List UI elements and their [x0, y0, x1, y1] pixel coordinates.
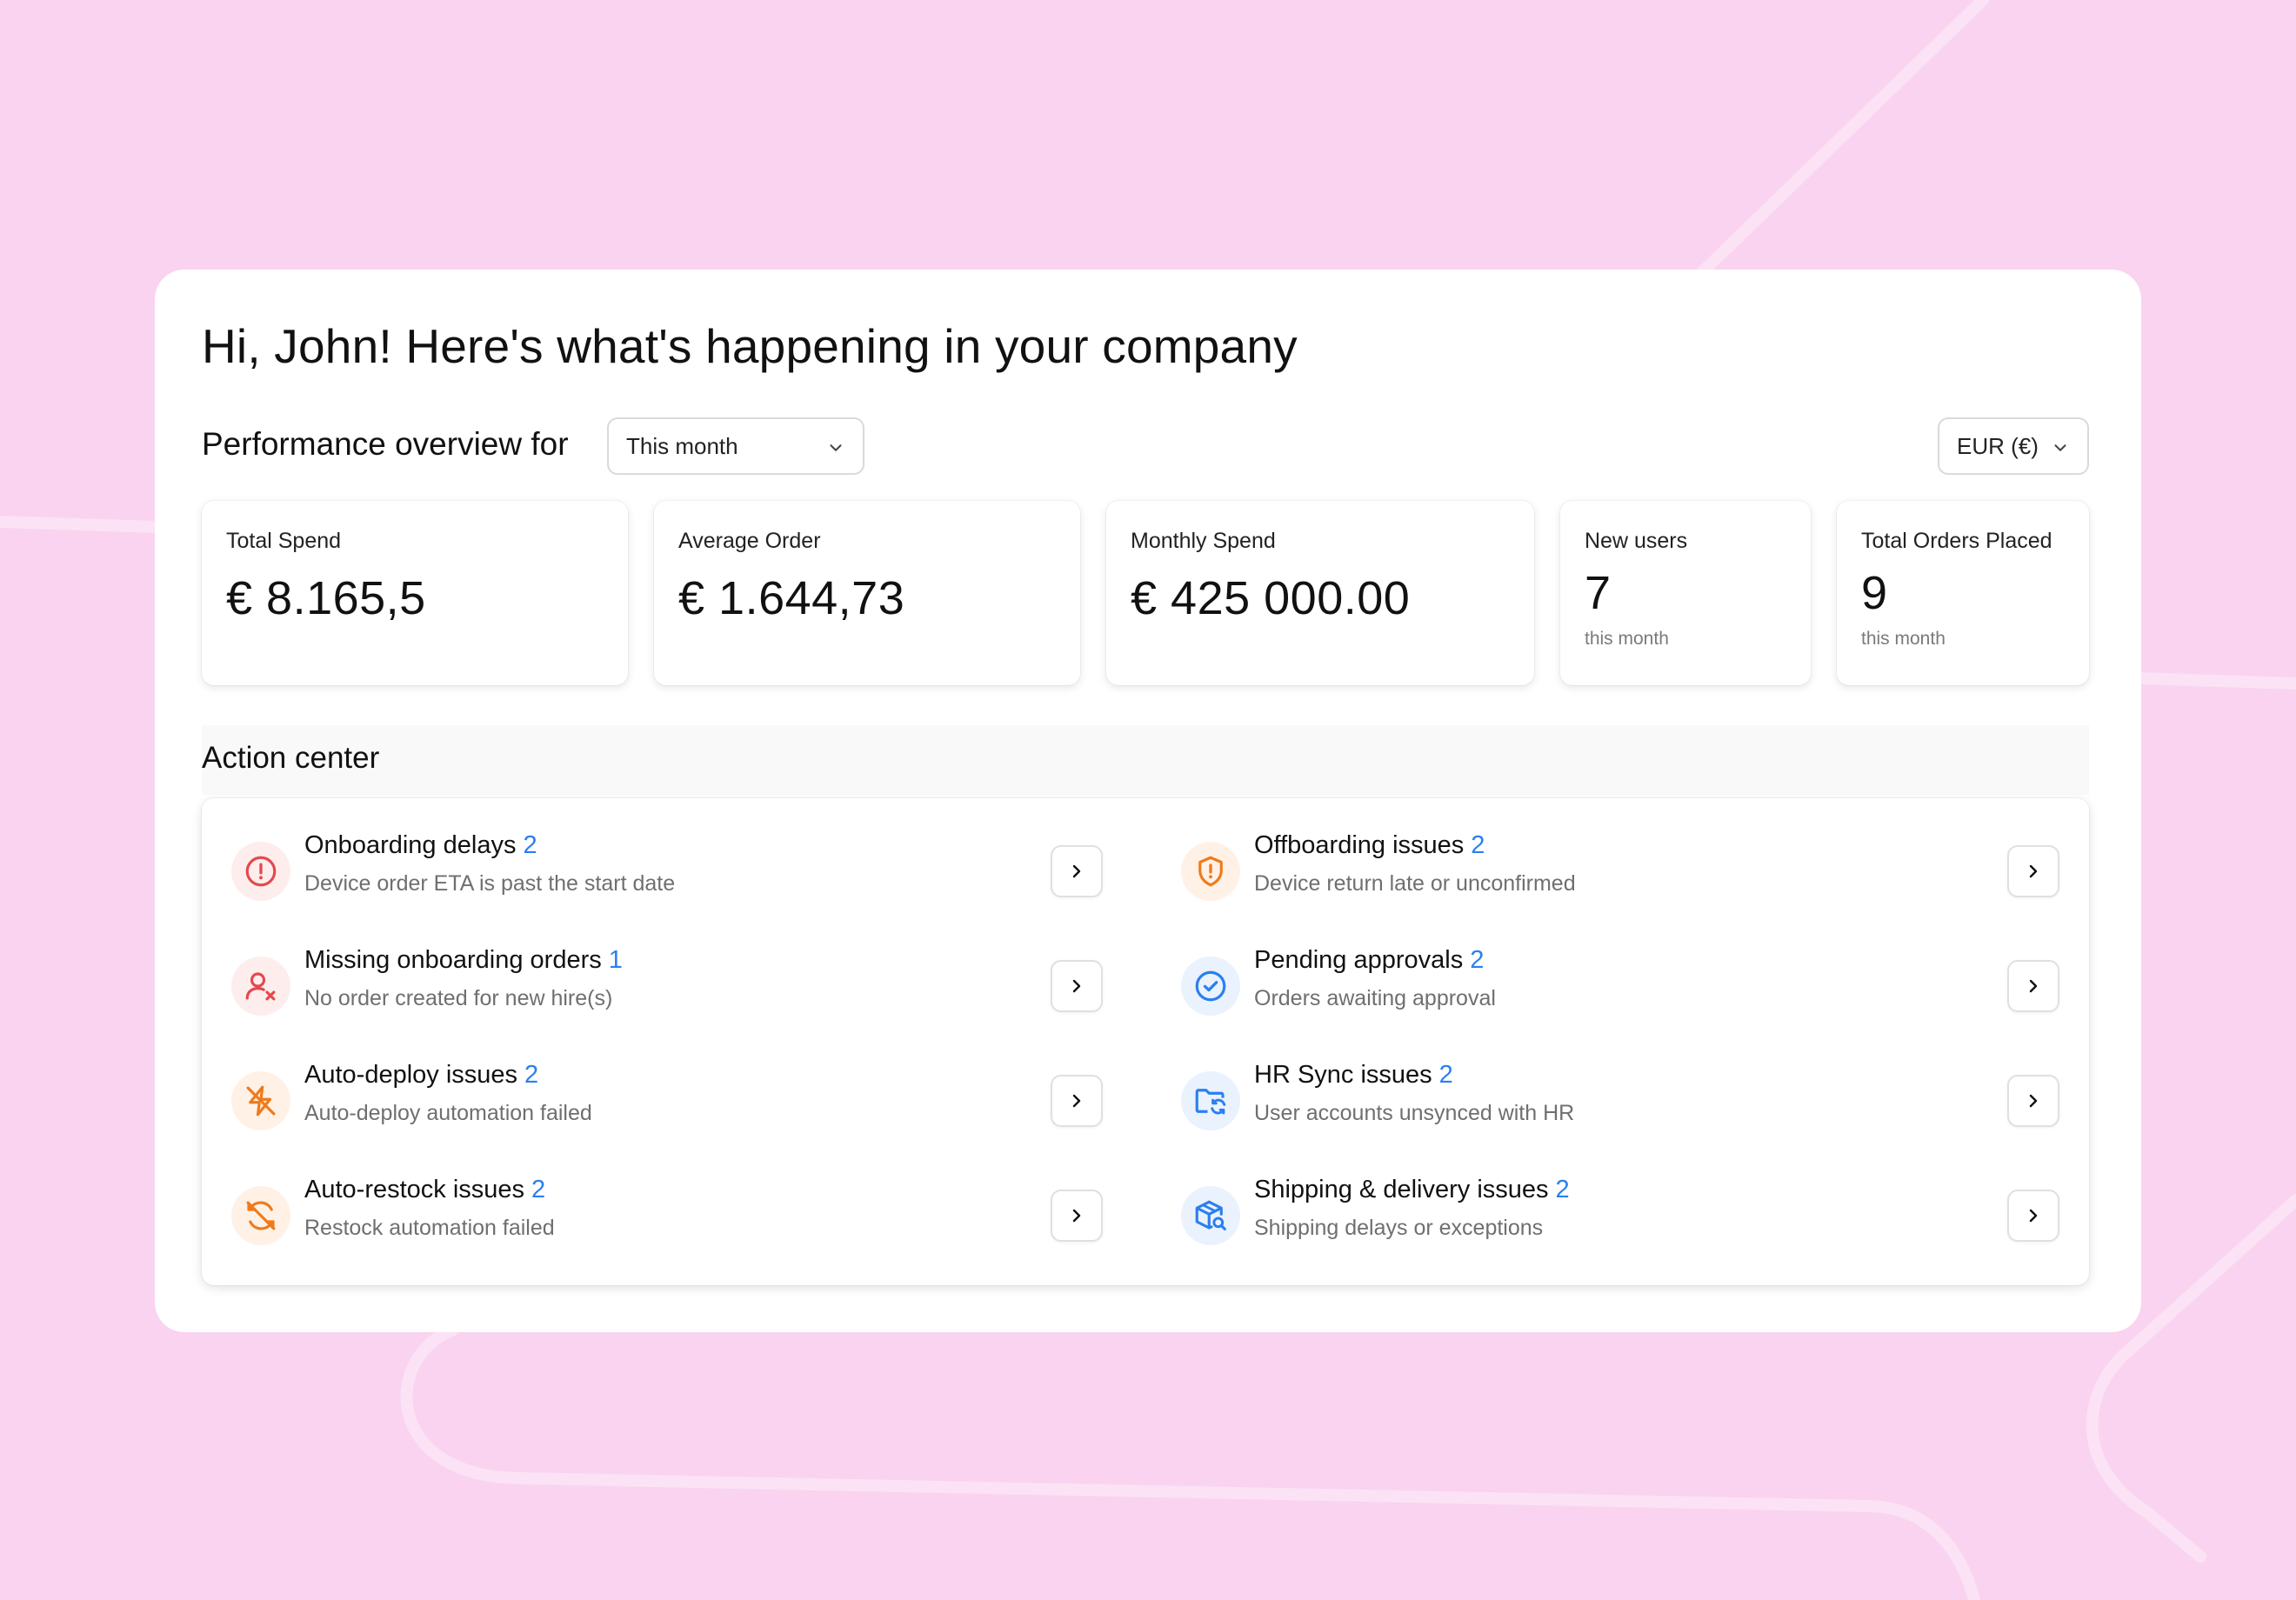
action-item-missing-onboarding-orders: Missing onboarding orders 1 No order crea…	[231, 946, 1103, 1024]
action-item-title: Offboarding issues 2	[1254, 831, 1485, 859]
performance-label: Performance overview for	[202, 426, 569, 462]
zap-off-icon	[231, 1071, 290, 1130]
user-x-icon	[231, 957, 290, 1016]
currency-select[interactable]: EUR (€)	[1938, 417, 2089, 475]
page-title: Hi, John! Here's what's happening in you…	[202, 319, 1298, 373]
action-item-count: 2	[1470, 946, 1485, 974]
action-center-header: Action center	[202, 725, 2089, 795]
action-item-title: Onboarding delays 2	[304, 831, 537, 859]
action-center-panel: Onboarding delays 2 Device order ETA is p…	[202, 798, 2089, 1285]
chevron-right-icon	[1072, 1094, 1081, 1108]
stat-card-total-spend: Total Spend € 8.165,5	[202, 501, 628, 685]
action-item-onboarding-delays: Onboarding delays 2 Device order ETA is p…	[231, 831, 1103, 910]
action-item-count: 2	[1438, 1061, 1453, 1089]
chevron-right-icon	[2029, 979, 2038, 993]
alert-circle-icon	[231, 842, 290, 901]
action-item-title: Pending approvals 2	[1254, 946, 1485, 974]
open-auto-deploy-issues-button[interactable]	[1051, 1075, 1103, 1127]
stat-card-monthly-spend: Monthly Spend € 425 000.00	[1106, 501, 1534, 685]
action-item-subtitle: User accounts unsynced with HR	[1254, 1101, 1575, 1125]
chevron-down-icon	[830, 444, 842, 451]
action-item-subtitle: Restock automation failed	[304, 1216, 555, 1240]
action-item-subtitle: Shipping delays or exceptions	[1254, 1216, 1544, 1240]
stat-value: € 425 000.00	[1131, 572, 1411, 624]
period-select[interactable]: This month	[607, 417, 864, 475]
action-item-count: 2	[531, 1176, 546, 1203]
action-item-auto-deploy-issues: Auto-deploy issues 2 Auto-deploy automati…	[231, 1061, 1103, 1139]
action-item-subtitle: Device return late or unconfirmed	[1254, 871, 1576, 896]
stat-sub: this month	[1861, 629, 1946, 649]
chevron-right-icon	[2029, 864, 2038, 878]
action-item-subtitle: No order created for new hire(s)	[304, 986, 613, 1010]
action-item-title: Shipping & delivery issues 2	[1254, 1176, 1570, 1203]
open-onboarding-delays-button[interactable]	[1051, 845, 1103, 897]
action-item-hr-sync-issues: HR Sync issues 2 User accounts unsynced w…	[1181, 1061, 2059, 1139]
dashboard-card: Hi, John! Here's what's happening in you…	[155, 270, 2141, 1332]
stat-label: Monthly Spend	[1131, 529, 1276, 553]
action-item-subtitle: Auto-deploy automation failed	[304, 1101, 592, 1125]
chevron-right-icon	[2029, 1094, 2038, 1108]
action-item-count: 2	[1555, 1176, 1570, 1203]
shield-alert-icon	[1181, 842, 1240, 901]
action-item-offboarding-issues: Offboarding issues 2 Device return late o…	[1181, 831, 2059, 910]
currency-select-value: EUR (€)	[1957, 432, 2039, 459]
open-shipping-delivery-issues-button[interactable]	[2007, 1190, 2059, 1242]
stat-label: Average Order	[678, 529, 821, 553]
open-hr-sync-issues-button[interactable]	[2007, 1075, 2059, 1127]
action-item-title: Auto-deploy issues 2	[304, 1061, 539, 1089]
stat-sub: this month	[1585, 629, 1669, 649]
period-select-value: This month	[626, 432, 738, 459]
open-offboarding-issues-button[interactable]	[2007, 845, 2059, 897]
package-search-icon	[1181, 1186, 1240, 1245]
action-item-count: 2	[524, 1061, 539, 1089]
chevron-right-icon	[1072, 979, 1081, 993]
action-center-title: Action center	[202, 741, 380, 775]
action-item-shipping-delivery-issues: Shipping & delivery issues 2 Shipping del…	[1181, 1176, 2059, 1254]
action-item-title: HR Sync issues 2	[1254, 1061, 1453, 1089]
stat-label: New users	[1585, 529, 1688, 553]
folder-sync-icon	[1181, 1071, 1240, 1130]
action-item-count: 1	[608, 946, 623, 974]
stat-value: € 1.644,73	[678, 572, 905, 624]
chevron-right-icon	[1072, 864, 1081, 878]
stat-card-total-orders: Total Orders Placed 9 this month	[1837, 501, 2089, 685]
action-item-pending-approvals: Pending approvals 2 Orders awaiting appro…	[1181, 946, 2059, 1024]
stat-card-average-order: Average Order € 1.644,73	[654, 501, 1080, 685]
check-circle-icon	[1181, 957, 1240, 1016]
stats-row: Total Spend € 8.165,5 Average Order € 1.…	[202, 501, 2089, 685]
chevron-down-icon	[2054, 444, 2066, 451]
action-item-title: Auto-restock issues 2	[304, 1176, 546, 1203]
stat-label: Total Orders Placed	[1861, 529, 2052, 553]
stat-card-new-users: New users 7 this month	[1560, 501, 1811, 685]
refresh-off-icon	[231, 1186, 290, 1245]
chevron-right-icon	[1072, 1209, 1081, 1223]
stat-label: Total Spend	[226, 529, 342, 553]
performance-toolbar: Performance overview for This month EUR …	[202, 417, 2089, 475]
open-pending-approvals-button[interactable]	[2007, 960, 2059, 1012]
action-item-count: 2	[523, 831, 537, 859]
stat-value: 9	[1861, 567, 1888, 619]
open-auto-restock-issues-button[interactable]	[1051, 1190, 1103, 1242]
open-missing-onboarding-orders-button[interactable]	[1051, 960, 1103, 1012]
stat-value: 7	[1585, 567, 1612, 619]
action-item-subtitle: Orders awaiting approval	[1254, 986, 1496, 1010]
action-item-auto-restock-issues: Auto-restock issues 2 Restock automation …	[231, 1176, 1103, 1254]
action-item-title: Missing onboarding orders 1	[304, 946, 623, 974]
action-item-subtitle: Device order ETA is past the start date	[304, 871, 676, 896]
action-item-count: 2	[1471, 831, 1485, 859]
stat-value: € 8.165,5	[226, 572, 426, 624]
chevron-right-icon	[2029, 1209, 2038, 1223]
